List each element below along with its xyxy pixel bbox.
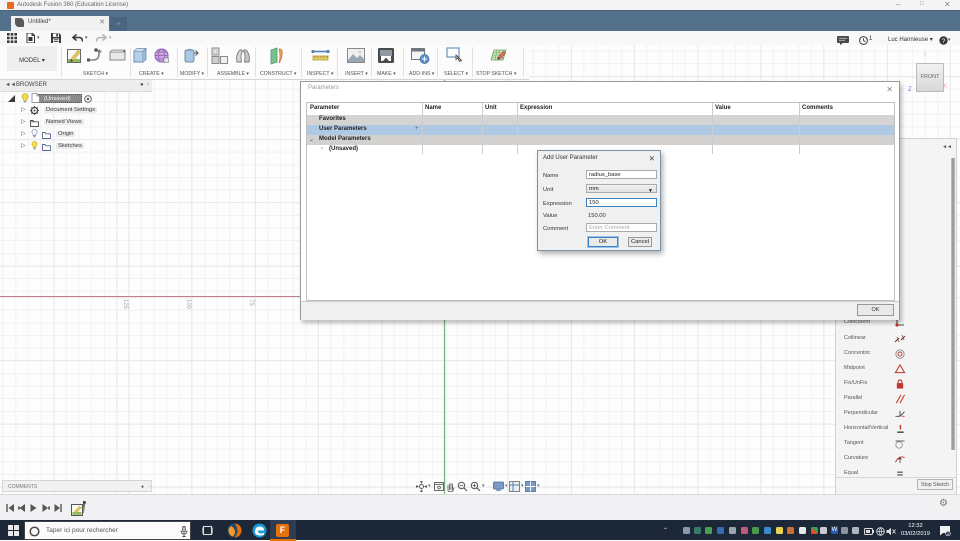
svg-text:?: ?: [942, 38, 946, 45]
